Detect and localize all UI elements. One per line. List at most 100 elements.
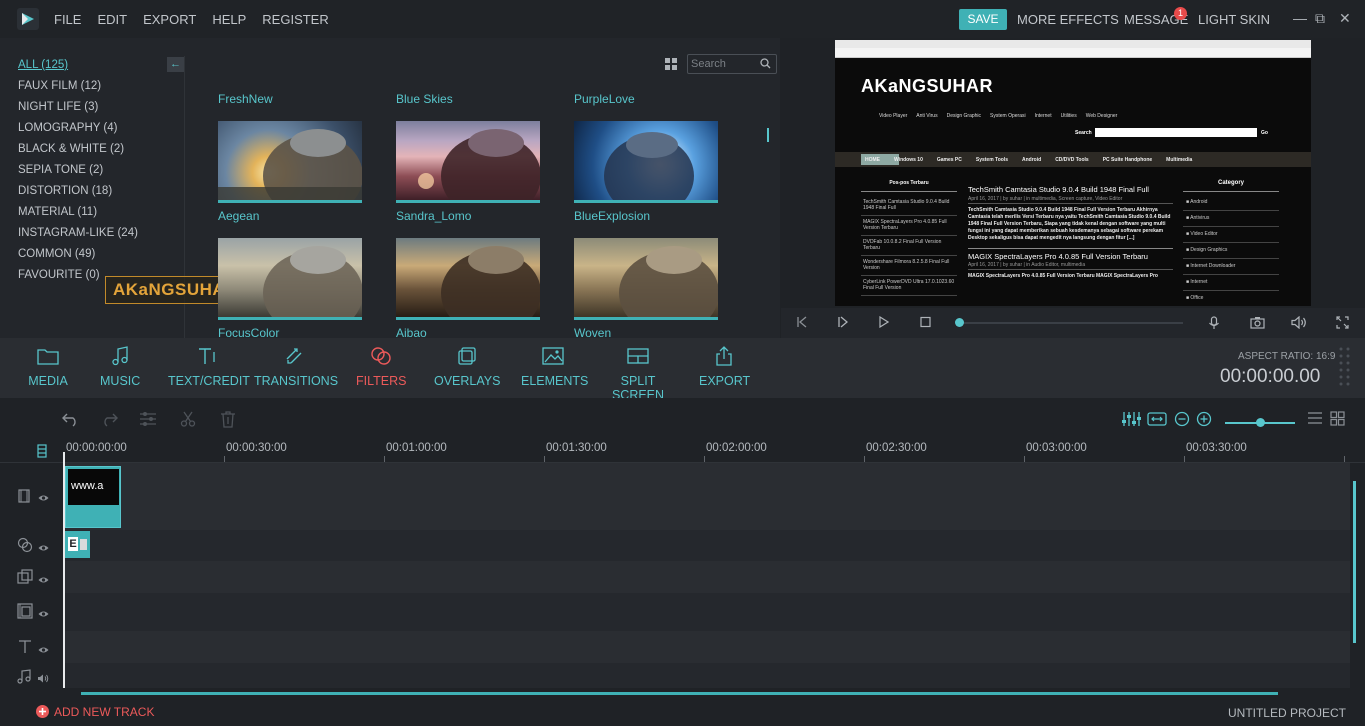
overlay-track bbox=[0, 561, 1350, 593]
pip-track-icon bbox=[17, 603, 33, 622]
toolbar-export[interactable]: EXPORT bbox=[699, 346, 751, 388]
toolbar-overlays[interactable]: OVERLAYS bbox=[434, 346, 500, 388]
eye-icon[interactable] bbox=[38, 541, 49, 555]
zoom-in-icon[interactable] bbox=[1196, 411, 1212, 430]
panel-resize-handle-icon[interactable] bbox=[1338, 346, 1352, 390]
eye-icon[interactable] bbox=[38, 643, 49, 657]
grid-layout-icon[interactable] bbox=[1330, 411, 1345, 429]
toolbar-transitions[interactable]: TRANSITIONS bbox=[254, 346, 338, 388]
filter-thumbnail-woven[interactable] bbox=[574, 238, 718, 320]
overlay-track-body[interactable] bbox=[64, 561, 1350, 593]
filter-thumbnail-aegean[interactable] bbox=[218, 121, 362, 203]
zoom-out-icon[interactable] bbox=[1174, 411, 1190, 430]
snap-magnet-icon[interactable] bbox=[37, 444, 47, 461]
save-button[interactable]: SAVE bbox=[959, 9, 1007, 30]
redo-icon[interactable] bbox=[100, 411, 118, 430]
delete-trash-icon[interactable] bbox=[220, 411, 236, 431]
snapshot-camera-icon[interactable] bbox=[1250, 316, 1265, 332]
step-forward-icon[interactable] bbox=[838, 316, 849, 331]
text-track-body[interactable] bbox=[64, 631, 1350, 663]
search-input[interactable]: Search bbox=[687, 54, 777, 74]
zoom-slider-knob[interactable] bbox=[1256, 418, 1265, 427]
toolbar-music[interactable]: MUSIC bbox=[100, 346, 140, 388]
site-search-label: Search bbox=[1075, 130, 1092, 136]
ruler-tick-label: 00:00:30:00 bbox=[226, 442, 287, 454]
ruler-tick bbox=[1344, 456, 1345, 462]
fit-timeline-icon[interactable] bbox=[1147, 411, 1167, 430]
filter-clip[interactable]: E bbox=[65, 531, 90, 558]
filters-icon bbox=[356, 346, 406, 368]
menu-export[interactable]: EXPORT bbox=[143, 12, 196, 27]
menu-edit[interactable]: EDIT bbox=[97, 12, 127, 27]
filter-thumbnail-focuscolor[interactable] bbox=[218, 238, 362, 320]
eye-icon[interactable] bbox=[38, 573, 49, 587]
light-skin-link[interactable]: LIGHT SKIN bbox=[1198, 12, 1270, 27]
eye-icon[interactable] bbox=[38, 491, 49, 505]
toolbar-export-label: EXPORT bbox=[699, 374, 751, 388]
library-scrollbar[interactable] bbox=[767, 128, 769, 142]
playback-scrubber[interactable] bbox=[955, 318, 964, 327]
playback-progress-track[interactable] bbox=[958, 322, 1183, 324]
filter-title: PurpleLove bbox=[574, 92, 635, 106]
volume-icon[interactable] bbox=[1291, 315, 1307, 332]
play-icon[interactable] bbox=[879, 315, 890, 331]
playhead[interactable] bbox=[63, 452, 65, 688]
fullscreen-icon[interactable] bbox=[1336, 316, 1349, 332]
cut-scissors-icon[interactable] bbox=[180, 411, 196, 430]
menu-file[interactable]: FILE bbox=[54, 12, 81, 27]
category-item[interactable]: ALL (125) bbox=[18, 58, 138, 79]
filter-thumbnail-sandra-lomo[interactable] bbox=[396, 121, 540, 203]
add-new-track-button[interactable]: ADD NEW TRACK bbox=[36, 705, 154, 719]
stop-icon[interactable] bbox=[920, 316, 931, 331]
more-effects-link[interactable]: MORE EFFECTS bbox=[1017, 12, 1119, 27]
filter-thumbnail-blueexplosion[interactable] bbox=[574, 121, 718, 203]
audio-mixer-icon[interactable] bbox=[1121, 411, 1141, 430]
search-icon[interactable] bbox=[760, 58, 771, 72]
eye-icon[interactable] bbox=[38, 607, 49, 621]
timeline-ruler[interactable]: 00:00:00:00 00:00:30:00 00:01:00:00 00:0… bbox=[0, 438, 1365, 463]
skip-back-icon[interactable] bbox=[797, 316, 807, 331]
toolbar-text-credit[interactable]: TEXT/CREDIT bbox=[168, 346, 250, 388]
category-item[interactable]: MATERIAL (11) bbox=[18, 205, 138, 226]
overlay-track-icon bbox=[17, 569, 33, 588]
category-item[interactable]: BLACK & WHITE (2) bbox=[18, 142, 138, 163]
list-view-icon[interactable] bbox=[1307, 411, 1323, 428]
category-item[interactable]: INSTAGRAM-LIKE (24) bbox=[18, 226, 138, 247]
category-item[interactable]: LOMOGRAPHY (4) bbox=[18, 121, 138, 142]
filter-thumbnail-aibao[interactable] bbox=[396, 238, 540, 320]
adjust-icon[interactable] bbox=[139, 411, 157, 430]
filter-track-body[interactable]: E bbox=[64, 530, 1350, 561]
ruler-tick bbox=[864, 456, 865, 462]
video-track: www.a bbox=[0, 463, 1350, 530]
maximize-icon[interactable]: ⧉ bbox=[1315, 10, 1325, 27]
undo-icon[interactable] bbox=[62, 411, 80, 430]
music-note-icon bbox=[100, 346, 140, 368]
close-icon[interactable]: ✕ bbox=[1339, 10, 1351, 27]
minimize-icon[interactable]: — bbox=[1293, 10, 1307, 26]
toolbar-filters[interactable]: FILTERS bbox=[356, 346, 406, 388]
microphone-icon[interactable] bbox=[1208, 316, 1220, 333]
site-right-item: ■ Video Editor bbox=[1183, 227, 1279, 243]
category-item[interactable]: COMMON (49) bbox=[18, 247, 138, 268]
category-item[interactable]: DISTORTION (18) bbox=[18, 184, 138, 205]
toolbar-media[interactable]: MEDIA bbox=[28, 346, 68, 388]
filter-library-panel: ALL (125) FAUX FILM (12) NIGHT LIFE (3) … bbox=[0, 38, 780, 340]
toolbar-elements[interactable]: ELEMENTS bbox=[521, 346, 588, 388]
menu-help[interactable]: HELP bbox=[212, 12, 246, 27]
collapse-panel-button[interactable]: ← bbox=[167, 57, 184, 72]
menu-register[interactable]: REGISTER bbox=[262, 12, 328, 27]
grid-view-icon[interactable] bbox=[665, 58, 678, 74]
category-item[interactable]: SEPIA TONE (2) bbox=[18, 163, 138, 184]
video-clip[interactable]: www.a bbox=[65, 466, 121, 528]
video-track-body[interactable]: www.a bbox=[64, 463, 1350, 530]
timeline-vertical-scrollbar[interactable] bbox=[1353, 481, 1356, 643]
add-new-track-label: ADD NEW TRACK bbox=[54, 705, 155, 719]
pip-track-body[interactable] bbox=[64, 593, 1350, 631]
music-track-body[interactable] bbox=[64, 663, 1350, 688]
speaker-icon[interactable] bbox=[37, 672, 49, 686]
category-item[interactable]: FAUX FILM (12) bbox=[18, 79, 138, 100]
site-tab: Windows 10 bbox=[894, 157, 923, 163]
category-item[interactable]: NIGHT LIFE (3) bbox=[18, 100, 138, 121]
toolbar-split-screen[interactable]: SPLIT SCREEN bbox=[598, 346, 678, 402]
timeline-horizontal-scrollbar[interactable] bbox=[81, 692, 1278, 695]
